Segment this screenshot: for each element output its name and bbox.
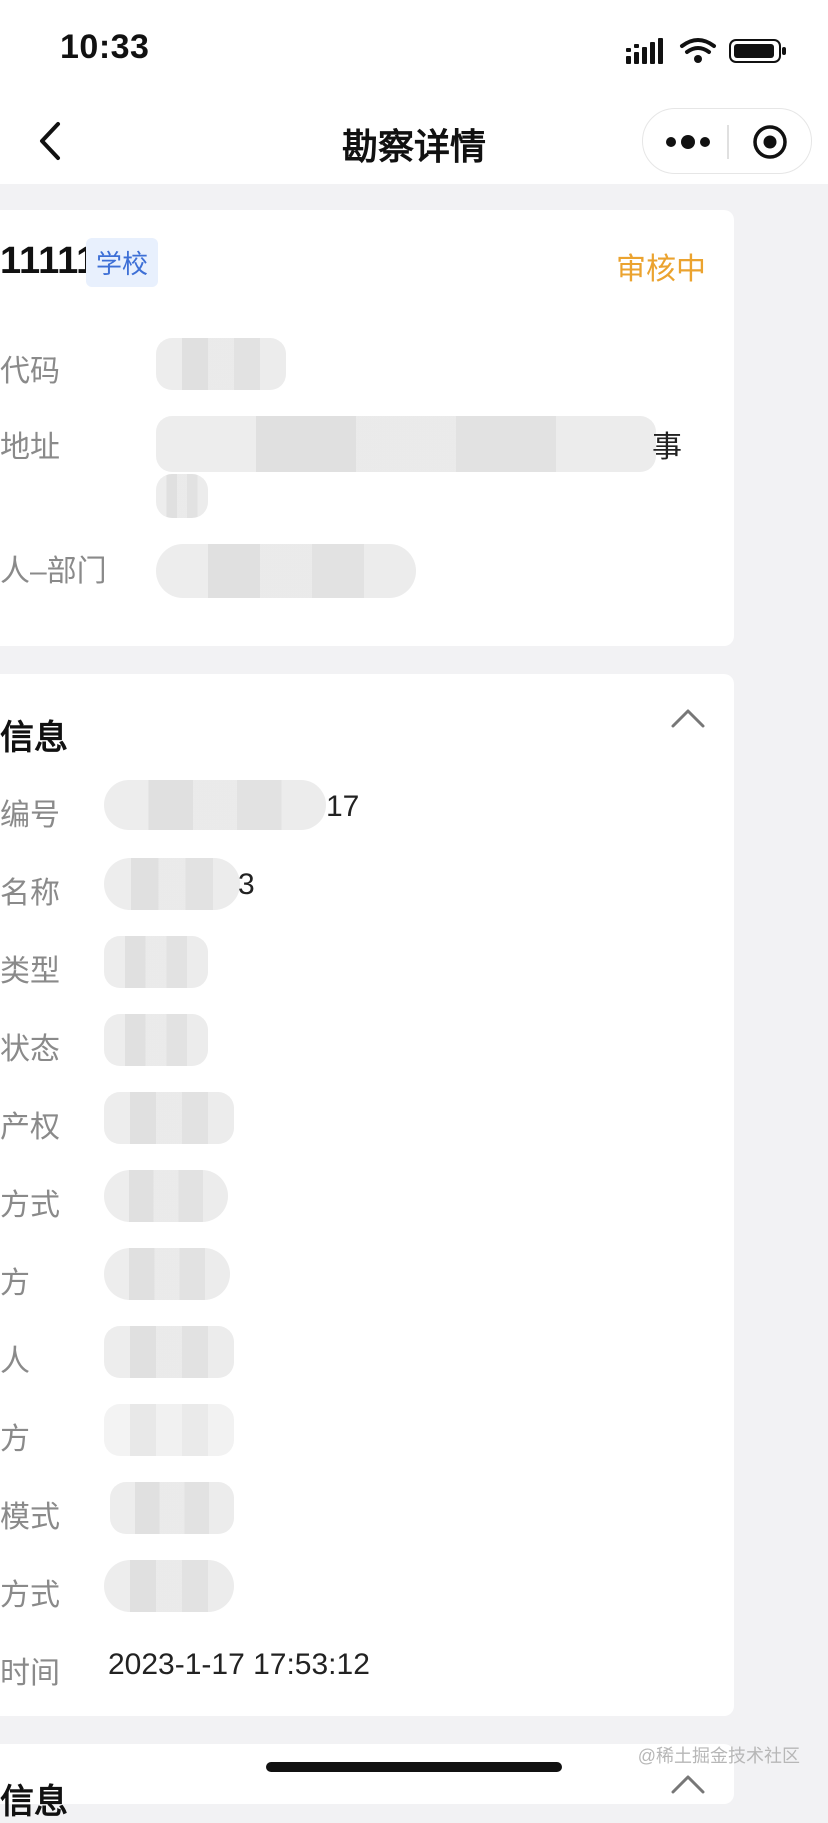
collapse-toggle[interactable] — [670, 1770, 706, 1796]
redacted-value — [156, 338, 286, 390]
redacted-value — [104, 1560, 234, 1612]
miniprogram-capsule — [642, 108, 812, 174]
field-label: 状态 — [0, 1033, 60, 1066]
field-label: 地址 — [0, 431, 60, 464]
nav-bar: 勘察详情 — [0, 100, 828, 184]
target-icon — [753, 125, 787, 159]
field-label: 名称 — [0, 877, 60, 910]
field-label: 产权 — [0, 1111, 60, 1144]
field-label: 人–部门 — [0, 555, 107, 588]
field-label: 方 — [0, 1423, 30, 1456]
status-time: 10:33 — [60, 28, 150, 66]
close-miniprogram-button[interactable] — [751, 123, 789, 161]
field-label: 类型 — [0, 955, 60, 988]
category-tag: 学校 — [86, 238, 159, 287]
collapse-toggle[interactable] — [670, 704, 706, 730]
basic-info-card: 11111 学校 审核中 代码 地址 事 人–部门 — [0, 210, 734, 646]
field-label: 时间 — [0, 1657, 60, 1690]
chevron-up-icon — [671, 709, 705, 728]
watermark-text: @稀土掘金技术社区 — [637, 1746, 800, 1766]
section-title: 信息 — [0, 1783, 68, 1821]
redacted-value — [104, 1326, 234, 1378]
status-icons — [624, 36, 794, 66]
field-label: 模式 — [0, 1501, 60, 1534]
section-title: 信息 — [0, 719, 68, 757]
redacted-value — [104, 936, 208, 988]
redacted-value — [104, 858, 240, 910]
field-label: 方 — [0, 1267, 30, 1300]
detail-info-card: 信息 编号 17 名称 3 类型 状态 产权 方式 方 人 方 模式 方式 时间… — [0, 674, 734, 1716]
field-value: 3 — [238, 868, 255, 901]
redacted-value — [110, 1482, 234, 1534]
field-label: 方式 — [0, 1579, 60, 1612]
field-label: 人 — [0, 1345, 30, 1378]
status-badge: 审核中 — [616, 253, 706, 286]
field-value: 2023-1-17 17:53:12 — [108, 1648, 370, 1681]
redacted-value — [156, 416, 656, 472]
signal-wifi-battery-icon — [626, 38, 786, 64]
project-name: 11111 — [0, 240, 98, 282]
redacted-value — [104, 1170, 228, 1222]
field-label: 编号 — [0, 799, 60, 832]
redacted-value — [104, 1092, 234, 1144]
capsule-divider — [727, 125, 729, 159]
redacted-value — [104, 1014, 208, 1066]
more-dots-icon — [666, 135, 710, 149]
field-value: 17 — [326, 790, 360, 823]
redacted-value — [104, 780, 326, 830]
field-label: 代码 — [0, 355, 60, 388]
status-bar: 10:33 — [0, 0, 828, 100]
redacted-value — [104, 1404, 234, 1456]
redacted-value — [156, 474, 208, 518]
chevron-up-icon — [671, 1775, 705, 1794]
field-value: 事 — [652, 431, 682, 464]
home-indicator — [266, 1762, 562, 1772]
redacted-value — [104, 1248, 230, 1300]
field-label: 方式 — [0, 1189, 60, 1222]
next-info-card: 信息 — [0, 1744, 734, 1821]
redacted-value — [156, 544, 416, 598]
more-button[interactable] — [663, 127, 713, 157]
